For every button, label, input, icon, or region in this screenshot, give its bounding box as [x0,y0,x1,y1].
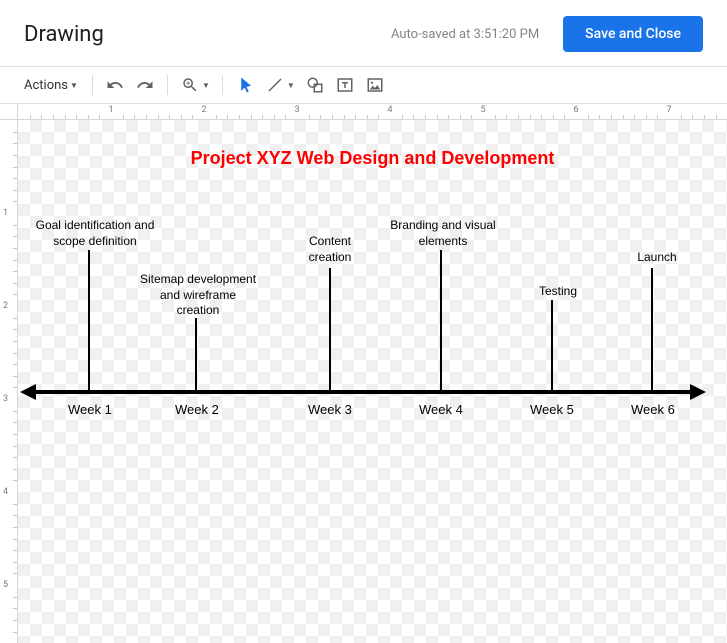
week-label-4[interactable]: Week 4 [419,402,463,417]
zoom-button[interactable] [176,71,204,99]
text-box-button[interactable] [331,71,359,99]
milestone-label-3[interactable]: Content creation [290,234,370,265]
actions-label: Actions [24,78,68,93]
week-label-2[interactable]: Week 2 [175,402,219,417]
milestone-label-1[interactable]: Goal identification and scope definition [30,218,160,249]
redo-button[interactable] [131,71,159,99]
canvas-area: 12345678 123456 Project XYZ Web Design a… [0,103,727,643]
dialog-header: Drawing Auto-saved at 3:51:20 PM Save an… [0,0,727,67]
timeline-graphic[interactable] [18,120,718,643]
separator [92,75,93,95]
autosave-status: Auto-saved at 3:51:20 PM [391,27,539,42]
zoom-dropdown-icon[interactable]: ▼ [202,81,210,90]
week-label-5[interactable]: Week 5 [530,402,574,417]
line-tool-button[interactable] [261,71,289,99]
vertical-ruler: 123456 [0,120,18,643]
milestone-label-6[interactable]: Launch [626,250,688,266]
caret-down-icon: ▼ [70,81,78,90]
select-tool-button[interactable] [231,71,259,99]
drawing-canvas[interactable]: Project XYZ Web Design and Development G… [18,120,727,643]
horizontal-ruler: 12345678 [18,104,727,120]
toolbar: Actions ▼ ▼ ▼ [0,67,727,103]
milestone-label-5[interactable]: Testing [528,284,588,300]
separator [222,75,223,95]
dialog-title: Drawing [24,22,104,47]
week-label-3[interactable]: Week 3 [308,402,352,417]
week-label-6[interactable]: Week 6 [631,402,675,417]
line-dropdown-icon[interactable]: ▼ [287,81,295,90]
save-and-close-button[interactable]: Save and Close [563,16,703,52]
separator [167,75,168,95]
ruler-corner [0,104,18,120]
milestone-label-2[interactable]: Sitemap development and wireframe creati… [138,272,258,319]
undo-button[interactable] [101,71,129,99]
actions-menu-button[interactable]: Actions ▼ [18,74,84,97]
image-button[interactable] [361,71,389,99]
milestone-label-4[interactable]: Branding and visual elements [388,218,498,249]
shape-tool-button[interactable] [301,71,329,99]
week-label-1[interactable]: Week 1 [68,402,112,417]
drawing-dialog: Drawing Auto-saved at 3:51:20 PM Save an… [0,0,727,643]
